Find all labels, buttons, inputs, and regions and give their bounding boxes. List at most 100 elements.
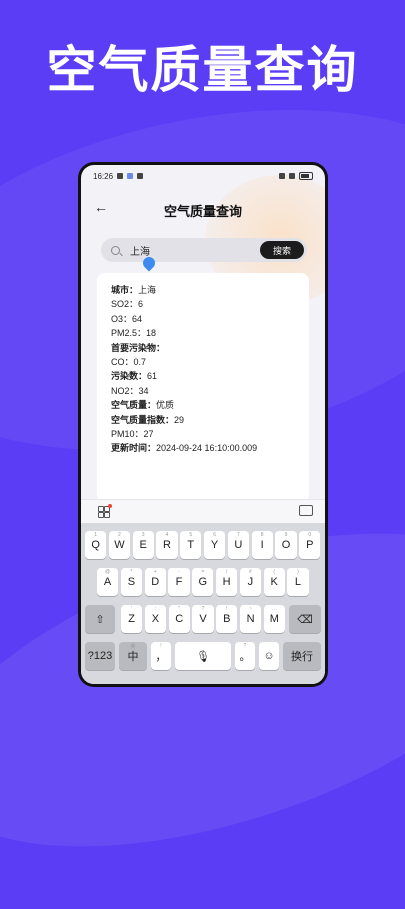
key-h[interactable]: / H <box>216 568 238 596</box>
app-notification-icon <box>127 173 134 179</box>
key-hint: 5 <box>189 532 193 538</box>
key-label: L <box>294 576 302 588</box>
result-row: 空气质量指数：29 <box>111 413 257 427</box>
key-q[interactable]: 1Q <box>85 531 107 559</box>
key-y[interactable]: 6Y <box>204 531 226 559</box>
key-j[interactable]: # J <box>239 568 261 596</box>
key-hint: + <box>153 569 157 575</box>
key-hint: - <box>178 569 180 575</box>
result-row: 城市：上海 <box>111 283 257 297</box>
result-label: O3： <box>111 313 133 324</box>
period-key[interactable]: ?。 <box>235 642 255 670</box>
space-mic-key[interactable]: 🎙 <box>175 642 231 670</box>
result-value: 61 <box>147 371 158 382</box>
key-b[interactable]: ! B <box>216 605 238 633</box>
wifi-icon <box>279 173 285 179</box>
search-input[interactable]: 上海 <box>130 243 260 258</box>
emoji-key[interactable]: ☺ <box>259 642 279 670</box>
key-u[interactable]: 7U <box>227 531 249 559</box>
key-hint: @ <box>105 569 111 575</box>
key-w[interactable]: 2W <box>108 531 130 559</box>
result-value: 18 <box>146 328 157 339</box>
result-label: 城市： <box>111 285 139 295</box>
enter-key[interactable]: 换行 <box>283 642 321 670</box>
language-key[interactable]: 英中 <box>119 642 147 670</box>
result-label: 首要污染物： <box>111 342 166 353</box>
key-o[interactable]: 9O <box>275 531 297 559</box>
key-g[interactable]: = G <box>192 568 214 596</box>
key-hint: 0 <box>308 532 312 538</box>
search-bar[interactable]: 上海 搜索 <box>101 238 307 262</box>
result-label: SO2： <box>111 299 139 310</box>
key-label: F <box>175 576 183 588</box>
result-label: 空气质量： <box>111 400 157 411</box>
result-label: PM2.5： <box>111 328 147 339</box>
key-hint: 英 <box>130 644 136 650</box>
key-hint: ! <box>226 606 228 612</box>
key-k[interactable]: (K <box>263 568 285 596</box>
hide-keyboard-icon[interactable] <box>299 505 313 516</box>
key-label: A <box>103 576 112 588</box>
key-label: N <box>246 613 255 625</box>
keyboard: 1 Q 2 W 3 E 4 R 5 T 6 Y 7 U 8 I 9 O 0 P @ A * S + D - F = G / H # J(K) L ⇧ '… <box>81 523 325 684</box>
numbers-key[interactable]: ?123 <box>85 642 115 670</box>
key-label: D <box>151 576 160 588</box>
key-t[interactable]: 5T <box>180 531 202 559</box>
result-value: 6 <box>138 299 144 310</box>
result-card: 城市：上海 SO2：6 O3：64 PM2.5：18 首要污染物： CO：0.7 污染数：6… <box>97 273 309 503</box>
key-hint: 2 <box>118 532 121 538</box>
key-n[interactable]: ~ N <box>240 605 262 633</box>
result-value: 优质 <box>156 400 175 411</box>
key-hint: ? <box>243 643 247 649</box>
keyboard-menu-icon[interactable] <box>98 506 110 518</box>
result-row: 首要污染物： <box>111 341 257 355</box>
phone-screen: 16:26 ← 空气质量查询 上海 搜索 城市：上海 SO2：6 O3：64 PM2.… <box>81 165 325 684</box>
key-p[interactable]: 0P <box>299 531 321 559</box>
shift-key[interactable]: ⇧ <box>85 605 115 633</box>
result-row: O3：64 <box>111 312 257 326</box>
result-row: 空气质量：优质 <box>111 398 257 412</box>
key-l[interactable]: ) L <box>287 568 309 596</box>
key-c[interactable]: " C <box>168 605 190 633</box>
key-hint: 4 <box>165 532 169 538</box>
key-label: O <box>281 539 291 551</box>
hero-title: 空气质量查询 <box>46 41 359 99</box>
key-hint: ? <box>201 606 205 612</box>
key-label: ☺ <box>263 650 275 662</box>
result-value: 2024-09-24 16:10:00.009 <box>156 443 258 454</box>
result-row: SO2：6 <box>111 297 257 311</box>
delete-key[interactable]: ⌫ <box>289 605 321 633</box>
key-label: H <box>222 576 231 588</box>
key-label: ?123 <box>87 650 113 662</box>
result-label: PM10： <box>111 428 144 439</box>
search-icon <box>111 245 120 255</box>
key-s[interactable]: * S <box>120 568 142 596</box>
key-hint: : <box>154 606 157 612</box>
key-a[interactable]: @ A <box>97 568 119 596</box>
key-label: ， <box>155 651 167 663</box>
key-e[interactable]: 3E <box>132 531 154 559</box>
key-label: Y <box>210 539 219 551</box>
key-f[interactable]: -F <box>168 568 190 596</box>
key-label: U <box>234 539 243 551</box>
key-m[interactable]: … M <box>263 605 285 633</box>
status-bar: 16:26 <box>81 165 325 187</box>
key-hint: 8 <box>260 532 264 538</box>
result-row: PM10：27 <box>111 427 257 441</box>
result-row: PM2.5：18 <box>111 326 257 340</box>
search-button[interactable]: 搜索 <box>260 241 304 259</box>
key-i[interactable]: 8I <box>251 531 273 559</box>
key-label: ⌫ <box>297 613 313 626</box>
result-value: 上海 <box>138 285 157 295</box>
key-hint: / <box>225 569 228 575</box>
app-bar: ← 空气质量查询 <box>81 199 325 223</box>
key-d[interactable]: + D <box>144 568 166 596</box>
phone-frame: 16:26 ← 空气质量查询 上海 搜索 城市：上海 SO2：6 O3：64 PM2.… <box>78 162 328 687</box>
comma-key[interactable]: !， <box>151 642 171 670</box>
key-x[interactable]: :X <box>144 605 166 633</box>
key-r[interactable]: 4R <box>156 531 178 559</box>
key-z[interactable]: ' Z <box>121 605 143 633</box>
key-hint: # <box>249 569 252 575</box>
key-v[interactable]: ? V <box>192 605 214 633</box>
key-label: I <box>260 539 264 551</box>
